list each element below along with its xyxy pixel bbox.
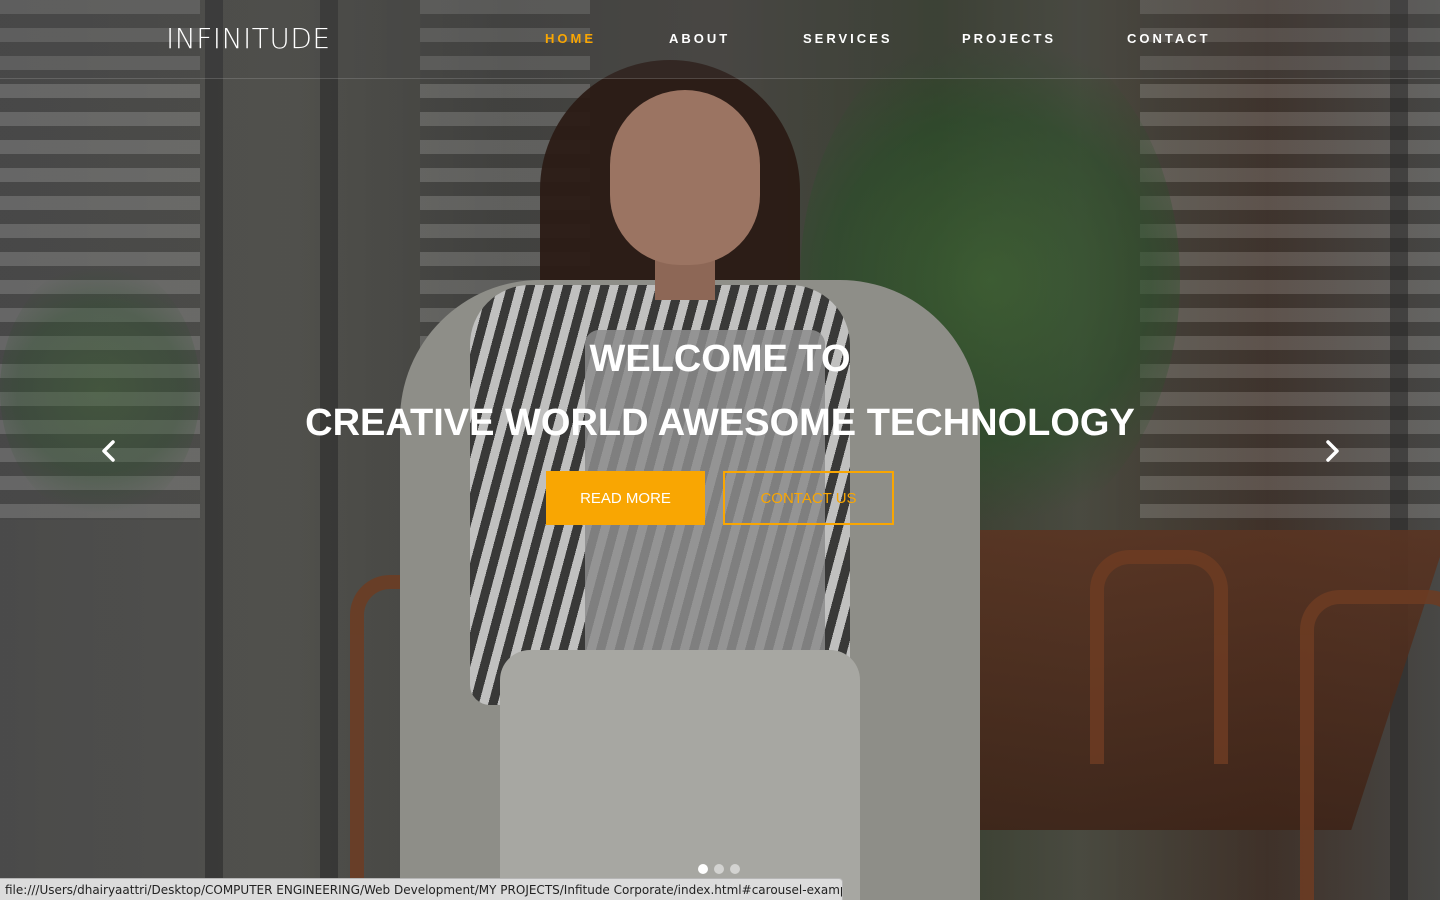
contact-us-button[interactable]: CONTACT US (723, 471, 894, 525)
hero-title-line1: WELCOME TO (589, 338, 851, 380)
nav-link-projects[interactable]: PROJECTS (962, 31, 1056, 46)
hero-heading: WELCOME TO CREATIVE WORLD AWESOME TECHNO… (0, 336, 1440, 446)
carousel-indicator-2[interactable] (714, 864, 724, 874)
carousel-indicator-3[interactable] (730, 864, 740, 874)
navbar: INFINITUDE HOME ABOUT SERVICES PROJECTS … (0, 0, 1440, 79)
carousel-indicator-1[interactable] (698, 864, 708, 874)
nav-link-contact[interactable]: CONTACT (1127, 31, 1211, 46)
chair-left (350, 575, 468, 889)
chair-right (1300, 590, 1440, 900)
plant (800, 20, 1180, 540)
window-frame-right (1390, 0, 1408, 900)
nav-link-about[interactable]: ABOUT (669, 31, 730, 46)
background-photo (0, 0, 1440, 900)
carousel-indicators (698, 864, 740, 874)
nav-link-services[interactable]: SERVICES (803, 31, 893, 46)
nav-links: HOME ABOUT SERVICES PROJECTS CONTACT (0, 31, 1440, 51)
read-more-button[interactable]: READ MORE (546, 471, 705, 525)
nav-link-home[interactable]: HOME (545, 31, 596, 46)
window-frame-mid (320, 0, 338, 900)
hero-title-line2: CREATIVE WORLD AWESOME TECHNOLOGY (305, 402, 1135, 444)
browser-status-bar: file:///Users/dhairyaattri/Desktop/COMPU… (0, 878, 843, 900)
chair-back (1090, 550, 1228, 764)
wooden-table (851, 530, 1440, 830)
hero-carousel: INFINITUDE HOME ABOUT SERVICES PROJECTS … (0, 0, 1440, 900)
window-frame-left (205, 0, 223, 900)
